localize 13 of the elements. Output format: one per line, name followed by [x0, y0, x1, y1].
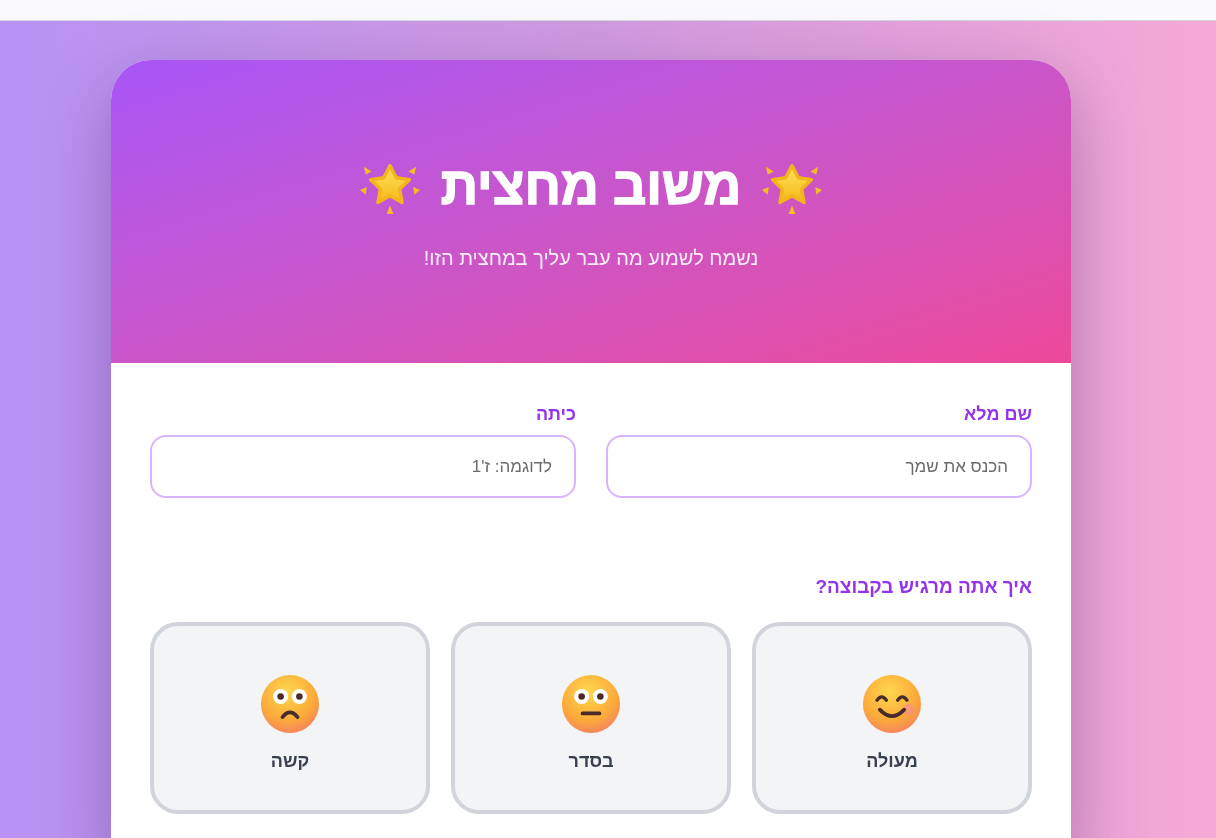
field-label: כיתה — [535, 403, 576, 425]
mood-option[interactable]: מעולה — [752, 622, 1032, 814]
question-label: איך אתה מרגיש בקבוצה? — [815, 576, 1032, 598]
confused-face-icon — [260, 673, 320, 734]
mood-option[interactable]: קשה — [150, 622, 430, 814]
page-title: משוב מחצית — [440, 159, 742, 212]
mood-option[interactable]: בסדר — [451, 622, 731, 814]
input-field[interactable]: לדוגמה: ז'1 — [150, 435, 576, 498]
field-label: שם מלא — [964, 403, 1032, 425]
smiling-face-icon — [862, 673, 922, 734]
page-subtitle: נשמח לשמוע מה עבר עליך במחצית הזו! — [423, 245, 759, 271]
input-field[interactable]: הכנס את שמך — [606, 435, 1032, 498]
neutral-face-icon — [561, 673, 621, 734]
